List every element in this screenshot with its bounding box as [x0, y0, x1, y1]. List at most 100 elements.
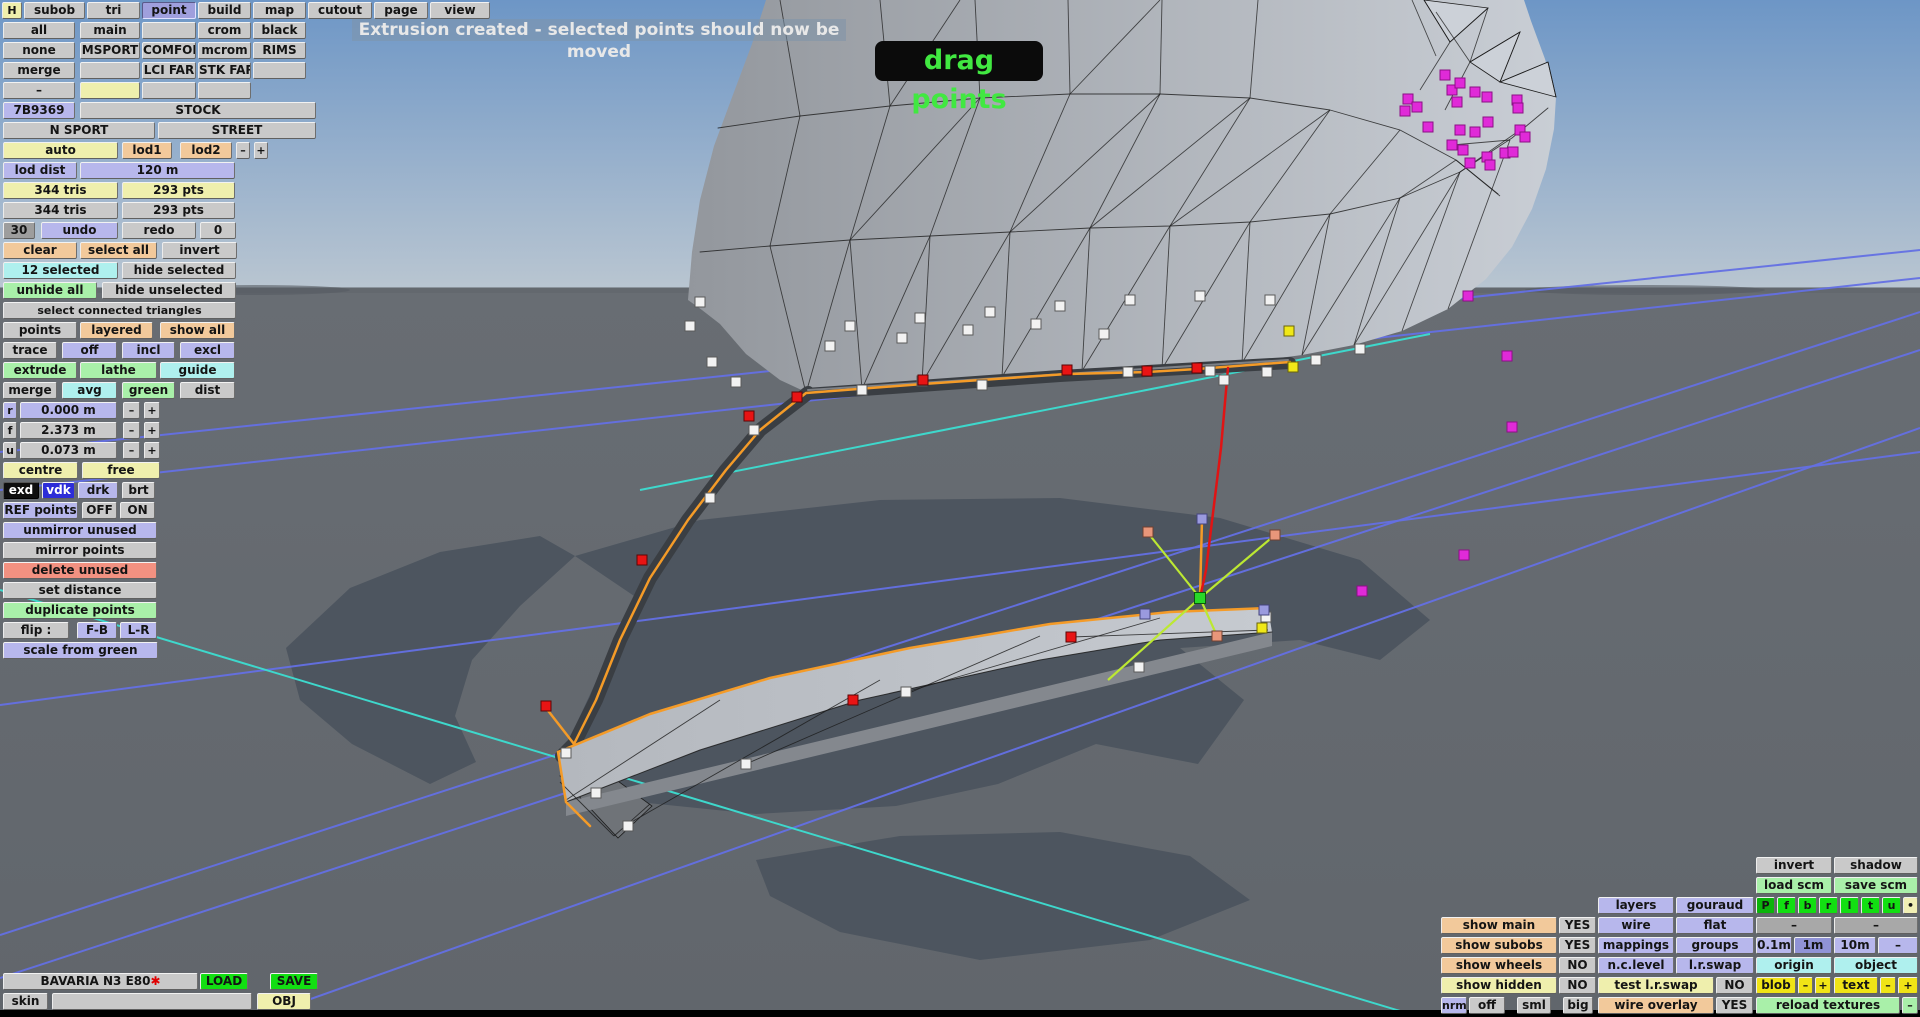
vertex-point-white[interactable] — [1122, 366, 1134, 378]
btn-mcrom[interactable]: mcrom — [198, 42, 251, 59]
vertex-point-magenta[interactable] — [1469, 86, 1481, 98]
vertex-point-white[interactable] — [560, 747, 572, 759]
vertex-point-white[interactable] — [748, 424, 760, 436]
value-undo-count[interactable]: 30 — [3, 222, 35, 239]
btn-ref-points[interactable]: REF points — [3, 502, 78, 519]
value-show-hidden[interactable]: NO — [1559, 977, 1596, 994]
btn-street[interactable]: STREET — [158, 122, 316, 139]
vertex-point-white[interactable] — [1264, 294, 1276, 306]
btn-obj[interactable]: OBJ — [257, 993, 311, 1010]
btn-test-lr-swap[interactable]: test l.r.swap — [1598, 977, 1714, 994]
btn-set-distance[interactable]: set distance — [3, 582, 157, 599]
vertex-point-white[interactable] — [1310, 354, 1322, 366]
value-wire-overlay[interactable]: YES — [1716, 997, 1753, 1014]
btn-show-main[interactable]: show main — [1441, 917, 1557, 934]
tab-build[interactable]: build — [198, 2, 251, 19]
vertex-point-yellow[interactable] — [1256, 622, 1268, 634]
btn-hide-selected[interactable]: hide selected — [122, 262, 236, 279]
btn-free[interactable]: free — [82, 462, 160, 479]
btn-f-minus[interactable]: – — [123, 422, 140, 439]
btn-text-plus[interactable]: + — [1898, 977, 1918, 994]
vertex-point-white[interactable] — [706, 356, 718, 368]
btn-groups[interactable]: groups — [1676, 937, 1754, 954]
vertex-point-white[interactable] — [1354, 343, 1366, 355]
label-flip[interactable]: flip : — [3, 622, 69, 639]
btn-nc-level[interactable]: n.c.level — [1598, 957, 1674, 974]
value-u[interactable]: 0.073 m — [20, 442, 117, 459]
btn-flat[interactable]: flat — [1676, 917, 1754, 934]
btn-hide-unselected[interactable]: hide unselected — [102, 282, 236, 299]
btn-scale-from-green[interactable]: scale from green — [3, 642, 158, 659]
btn-layer-t[interactable]: t — [1861, 897, 1880, 914]
btn-grid-1m[interactable]: 1m — [1794, 937, 1832, 954]
btn-layer-r[interactable]: r — [1819, 897, 1838, 914]
vertex-point-white[interactable] — [1204, 365, 1216, 377]
btn-shadow[interactable]: shadow — [1834, 857, 1918, 874]
btn-layer-p[interactable]: P — [1756, 897, 1775, 914]
vertex-point-white[interactable] — [684, 320, 696, 332]
vertex-point-white[interactable] — [740, 758, 752, 770]
btn-nrm-sml[interactable]: sml — [1517, 997, 1551, 1014]
btn-trace-excl[interactable]: excl — [180, 342, 235, 359]
btn-undo[interactable]: undo — [41, 222, 118, 239]
btn-main[interactable]: main — [80, 22, 140, 39]
btn-black[interactable]: black — [253, 22, 306, 39]
vertex-point-red[interactable] — [847, 694, 859, 706]
vertex-point-magenta[interactable] — [1422, 121, 1434, 133]
stat-tris-current[interactable]: 344 tris — [3, 182, 118, 199]
btn-layered[interactable]: layered — [80, 322, 153, 339]
vertex-point-white[interactable] — [824, 340, 836, 352]
tab-point[interactable]: point — [142, 2, 196, 19]
btn-auto[interactable]: auto — [3, 142, 118, 159]
btn-load[interactable]: LOAD — [200, 973, 248, 990]
btn-text[interactable]: text — [1834, 977, 1878, 994]
vertex-point-red[interactable] — [636, 554, 648, 566]
btn-trace-off[interactable]: off — [62, 342, 117, 359]
vertex-point-magenta[interactable] — [1507, 146, 1519, 158]
stat-pts-total[interactable]: 293 pts — [122, 202, 235, 219]
btn-skin[interactable]: skin — [3, 993, 48, 1010]
btn-wire[interactable]: wire — [1598, 917, 1674, 934]
btn-dist[interactable]: dist — [180, 382, 235, 399]
btn-layers[interactable]: layers — [1598, 897, 1674, 914]
stat-tris-total[interactable]: 344 tris — [3, 202, 118, 219]
btn-grid-10m[interactable]: 10m — [1834, 937, 1876, 954]
vertex-point-white[interactable] — [984, 306, 996, 318]
value-lod-dist[interactable]: 120 m — [80, 162, 235, 179]
btn-save-scm[interactable]: save scm — [1834, 877, 1918, 894]
vertex-point-salmon[interactable] — [1142, 526, 1154, 538]
btn-select-connected[interactable]: select connected triangles — [3, 302, 236, 319]
vertex-point-salmon[interactable] — [1269, 529, 1281, 541]
vertex-point-magenta[interactable] — [1399, 105, 1411, 117]
btn-show-all[interactable]: show all — [160, 322, 235, 339]
btn-points[interactable]: points — [3, 322, 77, 339]
vertex-point-magenta[interactable] — [1481, 91, 1493, 103]
vertex-point-white[interactable] — [704, 492, 716, 504]
vertex-point-red[interactable] — [540, 700, 552, 712]
vertex-point-magenta[interactable] — [1446, 139, 1458, 151]
btn-blob[interactable]: blob — [1756, 977, 1796, 994]
tab-tri[interactable]: tri — [87, 2, 140, 19]
btn-wire-overlay[interactable]: wire overlay — [1598, 997, 1714, 1014]
btn-duplicate-points[interactable]: duplicate points — [3, 602, 157, 619]
btn-merge-top[interactable]: merge — [3, 62, 75, 79]
vertex-point-magenta[interactable] — [1454, 124, 1466, 136]
btn-show-hidden[interactable]: show hidden — [1441, 977, 1557, 994]
axis-u[interactable]: u — [3, 442, 17, 459]
vertex-point-white[interactable] — [1194, 290, 1206, 302]
status-selected-count[interactable]: 12 selected — [3, 262, 118, 279]
vertex-point-magenta[interactable] — [1464, 157, 1476, 169]
btn-guide[interactable]: guide — [160, 362, 235, 379]
btn-lod2[interactable]: lod2 — [180, 142, 232, 159]
btn-drk[interactable]: drk — [78, 482, 118, 499]
axis-r[interactable]: r — [3, 402, 17, 419]
axis-f[interactable]: f — [3, 422, 17, 439]
vertex-point-white[interactable] — [622, 820, 634, 832]
vertex-point-green[interactable] — [1194, 592, 1206, 604]
btn-layer-b[interactable]: b — [1798, 897, 1817, 914]
value-test-lr-swap[interactable]: NO — [1716, 977, 1753, 994]
btn-layer-l[interactable]: l — [1840, 897, 1859, 914]
btn-flip-fb[interactable]: F-B — [77, 622, 117, 639]
vertex-point-white[interactable] — [730, 376, 742, 388]
btn-mappings[interactable]: mappings — [1598, 937, 1674, 954]
